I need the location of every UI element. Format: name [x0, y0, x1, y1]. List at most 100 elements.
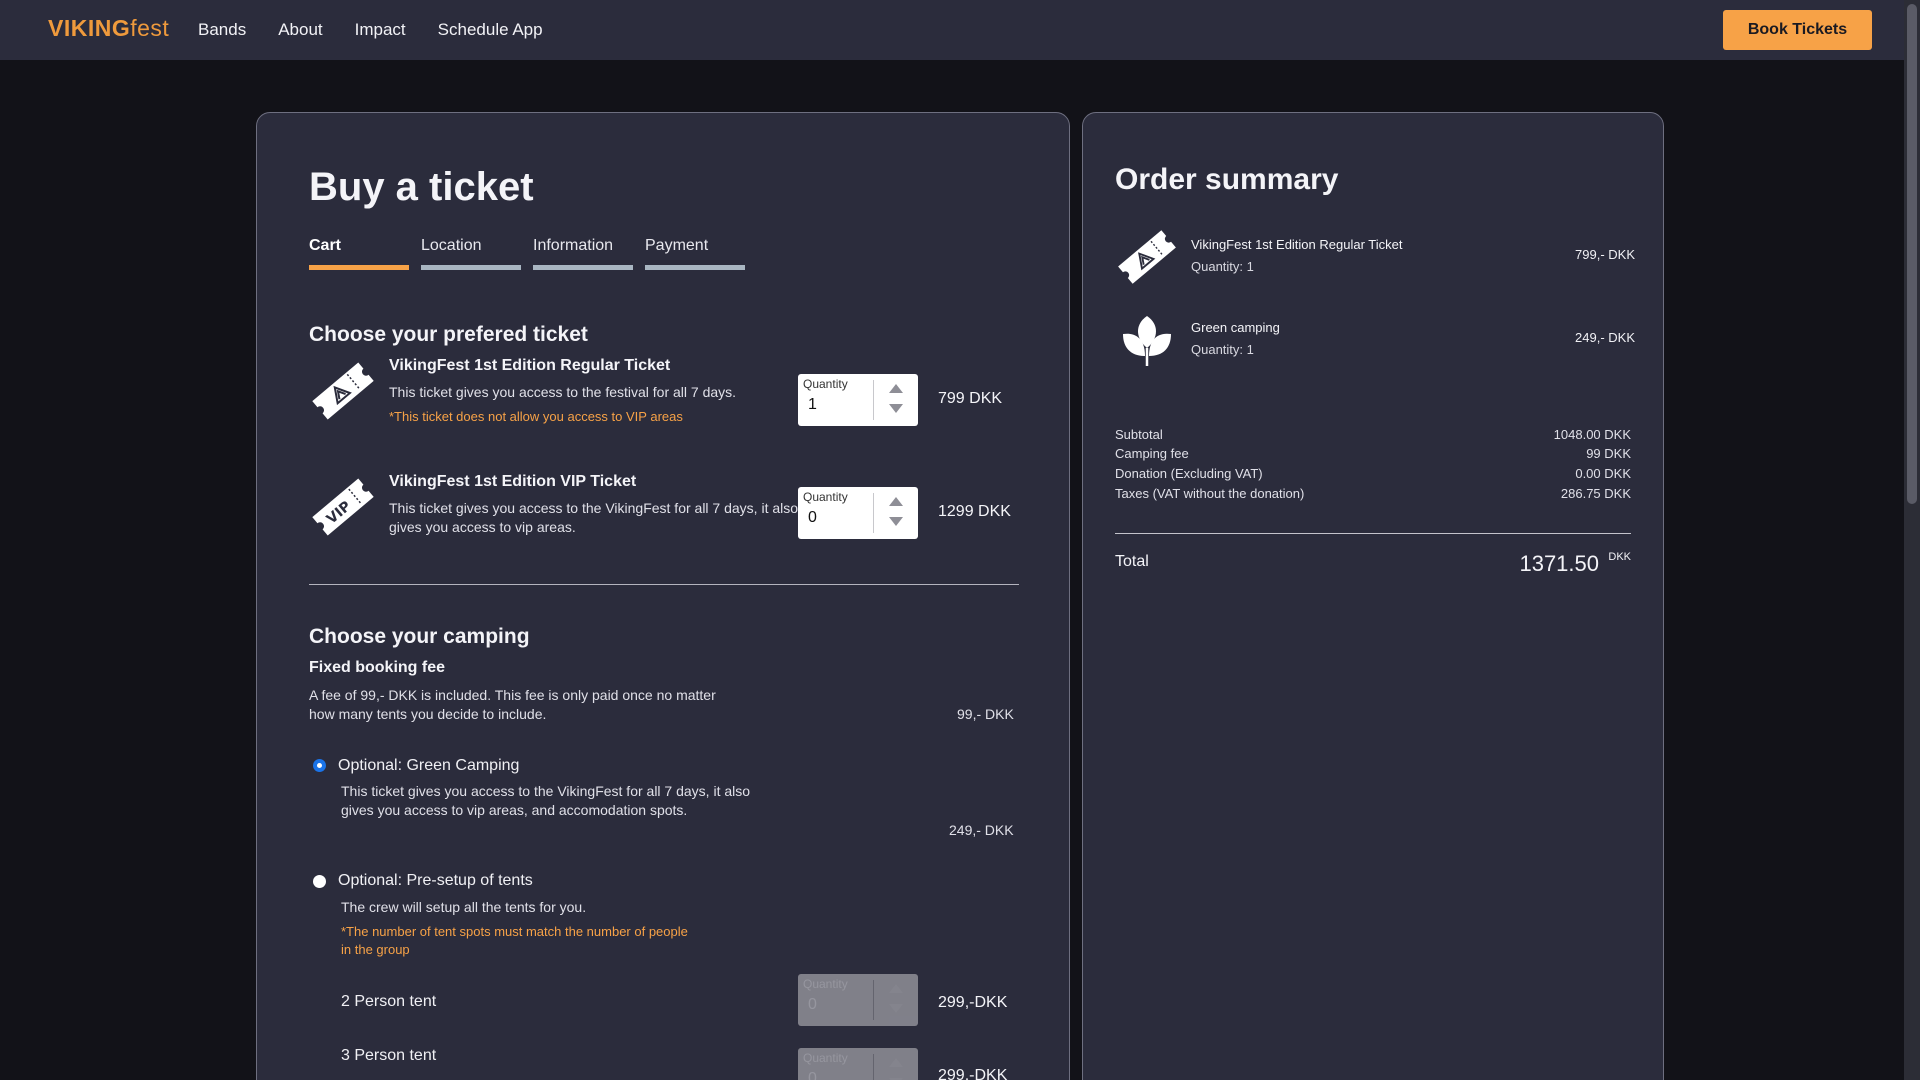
summary-item-name: VikingFest 1st Edition Regular Ticket [1191, 237, 1403, 252]
tab-indicator [309, 265, 409, 270]
stepper-divider [873, 493, 874, 533]
tent-2-person-label: 2 Person tent [341, 993, 437, 1010]
tab-label: Location [421, 237, 482, 254]
tent-3-person-quantity-stepper[interactable]: Quantity 0 [798, 1048, 918, 1080]
presetup-tents-label[interactable]: Optional: Pre-setup of tents [338, 872, 533, 890]
summary-item-quantity: Quantity: 1 [1191, 342, 1254, 357]
ticket-price: 799 DKK [938, 390, 1003, 407]
summary-row-camping-fee: Camping fee 99 DKK [1115, 446, 1631, 461]
page-title: Buy a ticket [309, 165, 534, 209]
quantity-label: Quantity [803, 490, 848, 504]
ticket-description: This ticket gives you access to the Viki… [389, 500, 799, 535]
tab-label: Cart [309, 237, 342, 254]
summary-item: VikingFest 1st Edition Regular Ticket Qu… [1115, 225, 1635, 295]
summary-item: Green camping Quantity: 1 249,- DKK [1115, 308, 1635, 378]
order-summary-title: Order summary [1115, 163, 1339, 196]
vip-ticket-quantity-stepper[interactable]: Quantity 0 [798, 487, 918, 539]
summary-row-value: 99 DKK [1586, 446, 1631, 461]
quantity-label: Quantity [803, 977, 848, 991]
fee-description: A fee of 99,- DKK is included. This fee … [309, 687, 716, 722]
tab-label: Payment [645, 237, 709, 254]
presetup-tents-radio[interactable] [313, 875, 326, 888]
summary-row-label: Taxes (VAT without the donation) [1115, 486, 1305, 501]
summary-item-price: 799,- DKK [1575, 247, 1635, 262]
decrement-arrow-icon[interactable] [889, 1004, 903, 1013]
tab-indicator [421, 265, 521, 270]
summary-item-price: 249,- DKK [1575, 330, 1635, 345]
decrement-arrow-icon[interactable] [889, 517, 903, 526]
summary-row-label: Donation (Excluding VAT) [1115, 466, 1263, 481]
tab-indicator [645, 265, 745, 270]
scrollbar-thumb[interactable] [1907, 4, 1917, 504]
green-camping-radio[interactable] [313, 759, 326, 772]
summary-row-label: Subtotal [1115, 427, 1163, 442]
summary-item-name: Green camping [1191, 320, 1280, 335]
summary-row-value: 286.75 DKK [1560, 486, 1631, 501]
nav-link-about[interactable]: About [278, 20, 322, 40]
tab-information[interactable]: Information [533, 237, 633, 270]
ticket-description: This ticket gives you access to the fest… [389, 384, 737, 400]
increment-arrow-icon[interactable] [889, 1058, 903, 1067]
quantity-label: Quantity [803, 377, 848, 391]
tab-label: Information [533, 237, 614, 254]
logo[interactable]: VIKINGfest [48, 15, 169, 42]
quantity-value[interactable]: 0 [808, 996, 817, 1014]
summary-row-value: 1048.00 DKK [1553, 427, 1631, 442]
increment-arrow-icon[interactable] [889, 384, 903, 393]
order-summary-panel: Order summary VikingFest 1st Edition Reg… [1082, 112, 1664, 1080]
tab-payment[interactable]: Payment [645, 237, 745, 270]
total-currency: DKK [1608, 551, 1631, 563]
regular-ticket-quantity-stepper[interactable]: Quantity 1 [798, 374, 918, 426]
tent-2-person-quantity-stepper[interactable]: Quantity 0 [798, 974, 918, 1026]
vip-ticket-icon: VIP [312, 478, 374, 536]
increment-arrow-icon[interactable] [889, 497, 903, 506]
ticket-icon [1118, 230, 1176, 284]
summary-row-donation: Donation (Excluding VAT) 0.00 DKK [1115, 466, 1631, 481]
fee-title: Fixed booking fee [309, 659, 446, 676]
total-divider [1115, 533, 1631, 534]
stepper-divider [873, 380, 874, 420]
leaf-icon [1123, 316, 1171, 366]
ticket-name: VikingFest 1st Edition Regular Ticket [389, 357, 671, 374]
quantity-label: Quantity [803, 1051, 848, 1065]
quantity-value[interactable]: 1 [808, 396, 817, 414]
decrement-arrow-icon[interactable] [889, 404, 903, 413]
tent-3-person-label: 3 Person tent [341, 1047, 437, 1064]
nav-link-schedule-app[interactable]: Schedule App [438, 20, 543, 40]
presetup-note: *The number of tent spots must match the… [341, 924, 688, 957]
checkout-steps: Cart Location Information Payment [309, 237, 745, 270]
tab-cart[interactable]: Cart [309, 237, 409, 270]
summary-row-value: 0.00 DKK [1575, 466, 1631, 481]
total-label: Total [1115, 553, 1149, 570]
stepper-divider [873, 1054, 874, 1080]
stepper-divider [873, 980, 874, 1020]
green-camping-label[interactable]: Optional: Green Camping [338, 757, 519, 775]
tab-location[interactable]: Location [421, 237, 521, 270]
ticket-note: *This ticket does not allow you access t… [389, 409, 683, 424]
summary-row-label: Camping fee [1115, 446, 1189, 461]
ticket-icon [312, 362, 374, 420]
total-value: 1371.50 [1519, 551, 1599, 576]
summary-row-subtotal: Subtotal 1048.00 DKK [1115, 427, 1631, 442]
nav-link-bands[interactable]: Bands [198, 20, 246, 40]
tent-price: 299,-DKK [938, 994, 1008, 1011]
ticket-section-title: Choose your prefered ticket [309, 323, 588, 346]
summary-row-taxes: Taxes (VAT without the donation) 286.75 … [1115, 486, 1631, 501]
ticket-price: 1299 DKK [938, 503, 1011, 520]
scrollbar[interactable] [1904, 0, 1920, 1080]
ticket-panel: Buy a ticket Cart Location Information P… [256, 112, 1070, 1080]
summary-item-quantity: Quantity: 1 [1191, 259, 1254, 274]
nav-links: Bands About Impact Schedule App [198, 20, 543, 40]
quantity-value[interactable]: 0 [808, 1070, 817, 1080]
top-navbar: VIKINGfest Bands About Impact Schedule A… [0, 0, 1920, 60]
tab-indicator [533, 265, 633, 270]
section-divider [309, 584, 1019, 585]
tent-price: 299,-DKK [938, 1067, 1008, 1080]
ticket-name: VikingFest 1st Edition VIP Ticket [389, 473, 637, 490]
presetup-description: The crew will setup all the tents for yo… [341, 899, 587, 915]
fee-price: 99,- DKK [957, 706, 1014, 722]
book-tickets-button[interactable]: Book Tickets [1723, 10, 1872, 50]
nav-link-impact[interactable]: Impact [355, 20, 406, 40]
increment-arrow-icon[interactable] [889, 984, 903, 993]
quantity-value[interactable]: 0 [808, 509, 817, 527]
